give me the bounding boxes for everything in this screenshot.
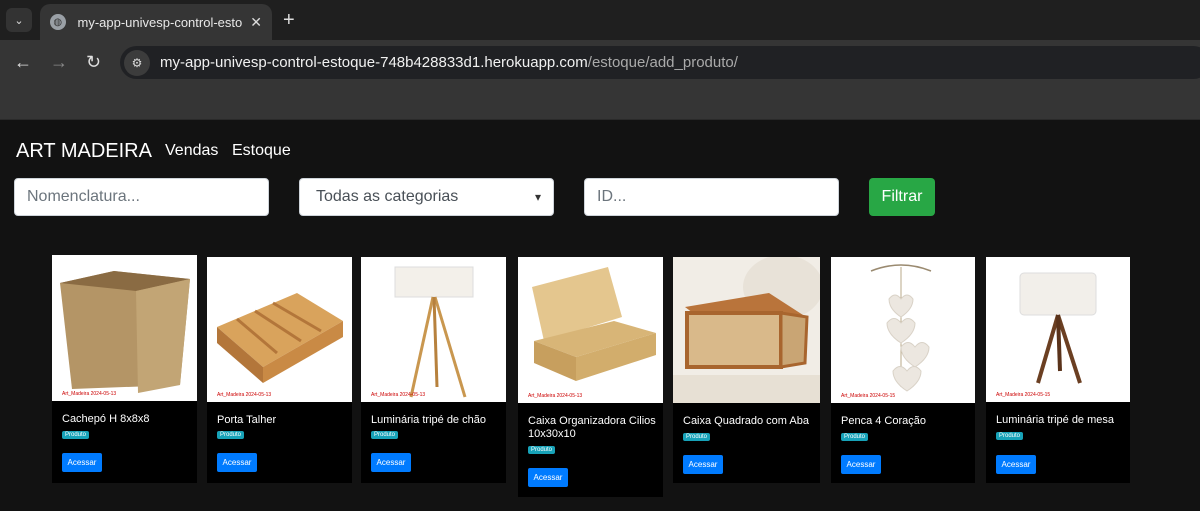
reload-icon[interactable]: ↻: [86, 52, 101, 72]
product-image[interactable]: Art_Madeira 2024-05-15: [831, 257, 975, 403]
product-card: Art_Madeira 2024-05-13 Luminária tripé d…: [361, 257, 506, 483]
image-watermark: Art_Madeira 2024-05-13: [371, 392, 426, 398]
caixa-organizadora-image: [532, 267, 656, 381]
product-name: Luminária tripé de mesa: [996, 414, 1115, 426]
product-card: Art_Madeira 2024-05-13 Porta Talher Prod…: [207, 257, 352, 483]
back-arrow-icon[interactable]: ←: [14, 52, 32, 72]
acessar-button[interactable]: Acessar: [528, 468, 568, 487]
bookmarks-bar: [0, 86, 1200, 120]
product-image[interactable]: Art_Madeira 2024-05-13: [518, 257, 663, 403]
penca-coracao-image: [870, 264, 932, 392]
image-watermark: Art_Madeira 2024-05-13: [528, 393, 583, 399]
product-badge: Produto: [683, 433, 711, 441]
product-badge: Produto: [841, 433, 869, 441]
luminaria-mesa-image: [1019, 272, 1097, 384]
product-card: Art_Madeira 2024-05-15 Luminária tripé d…: [986, 257, 1130, 483]
product-name: Penca 4 Coração: [841, 415, 926, 427]
product-badge: Produto: [217, 431, 245, 439]
product-badge: Produto: [62, 431, 90, 439]
image-watermark: Art_Madeira 2024-05-13: [62, 391, 117, 397]
tab-close-icon[interactable]: ✕: [250, 14, 262, 31]
caixa-quadrado-image: [673, 257, 820, 403]
product-name: Cachepó H 8x8x8: [62, 413, 150, 425]
new-tab-icon[interactable]: +: [283, 9, 295, 32]
acessar-button[interactable]: Acessar: [62, 453, 102, 472]
globe-icon: ◍: [50, 14, 66, 30]
browser-tab[interactable]: ◍ my-app-univesp-control-estoque ✕: [40, 4, 272, 40]
product-card: Art_Madeira 2024-05-13 Caixa Organizador…: [518, 257, 663, 497]
brand-logo[interactable]: ART MADEIRA: [16, 140, 152, 163]
porta-talher-image: [217, 293, 343, 383]
image-watermark: Art_Madeira 2024-05-15: [996, 392, 1051, 398]
product-image[interactable]: Art_Madeira 2024-05-13: [361, 257, 506, 402]
nav-link-estoque[interactable]: Estoque: [232, 142, 291, 160]
acessar-button[interactable]: Acessar: [996, 455, 1036, 474]
forward-arrow-icon[interactable]: →: [50, 52, 68, 72]
product-badge: Produto: [528, 446, 556, 454]
url-path: /estoque/add_produto/: [587, 54, 738, 71]
acessar-button[interactable]: Acessar: [371, 453, 411, 472]
acessar-button[interactable]: Acessar: [683, 455, 723, 474]
product-image[interactable]: [673, 257, 820, 403]
product-card: Art_Madeira 2024-05-13 Cachepó H 8x8x8 P…: [52, 255, 197, 483]
categoria-select[interactable]: Todas as categorias ▾: [299, 178, 554, 216]
image-watermark: Art_Madeira 2024-05-13: [217, 392, 272, 398]
image-watermark: Art_Madeira 2024-05-15: [841, 393, 896, 399]
product-card: Art_Madeira 2024-05-15 Penca 4 Coração P…: [831, 257, 975, 483]
acessar-button[interactable]: Acessar: [841, 455, 881, 474]
product-name: Caixa Quadrado com Aba: [683, 415, 809, 427]
nomenclatura-input[interactable]: Nomenclatura...: [14, 178, 269, 216]
product-image[interactable]: Art_Madeira 2024-05-15: [986, 257, 1130, 402]
address-bar[interactable]: ⚙ my-app-univesp-control-estoque-748b428…: [120, 46, 1200, 79]
luminaria-chao-image: [394, 266, 474, 398]
tab-title: my-app-univesp-control-estoque: [77, 14, 243, 30]
product-badge: Produto: [996, 432, 1024, 440]
url-host: my-app-univesp-control-estoque-748b42883…: [160, 54, 588, 71]
url-text: my-app-univesp-control-estoque-748b42883…: [160, 54, 738, 71]
site-settings-icon[interactable]: ⚙: [124, 49, 150, 76]
filtrar-button[interactable]: Filtrar: [869, 178, 935, 216]
product-name: Luminária tripé de chão: [371, 414, 486, 426]
id-input[interactable]: ID...: [584, 178, 839, 216]
product-badge: Produto: [371, 431, 399, 439]
page-content: ART MADEIRA Vendas Estoque Nomenclatura.…: [0, 120, 1200, 511]
product-image[interactable]: Art_Madeira 2024-05-13: [52, 255, 197, 401]
chevron-down-icon: ▾: [534, 190, 541, 204]
product-name: Porta Talher: [217, 414, 277, 426]
acessar-button[interactable]: Acessar: [217, 453, 257, 472]
browser-toolbar: ← → ↻ ⚙ my-app-univesp-control-estoque-7…: [0, 40, 1200, 86]
categoria-selected-value: Todas as categorias: [316, 188, 459, 205]
browser-tabstrip: ⌄ ◍ my-app-univesp-control-estoque ✕ +: [0, 0, 1200, 40]
product-card: Caixa Quadrado com Aba Produto Acessar: [673, 257, 820, 483]
cachepo-image: [60, 271, 190, 393]
product-name: Caixa Organizadora Cilios 10x30x10: [528, 415, 656, 440]
nav-link-vendas[interactable]: Vendas: [165, 142, 218, 160]
product-image[interactable]: Art_Madeira 2024-05-13: [207, 257, 352, 402]
tab-search-chevron-icon[interactable]: ⌄: [6, 8, 32, 32]
